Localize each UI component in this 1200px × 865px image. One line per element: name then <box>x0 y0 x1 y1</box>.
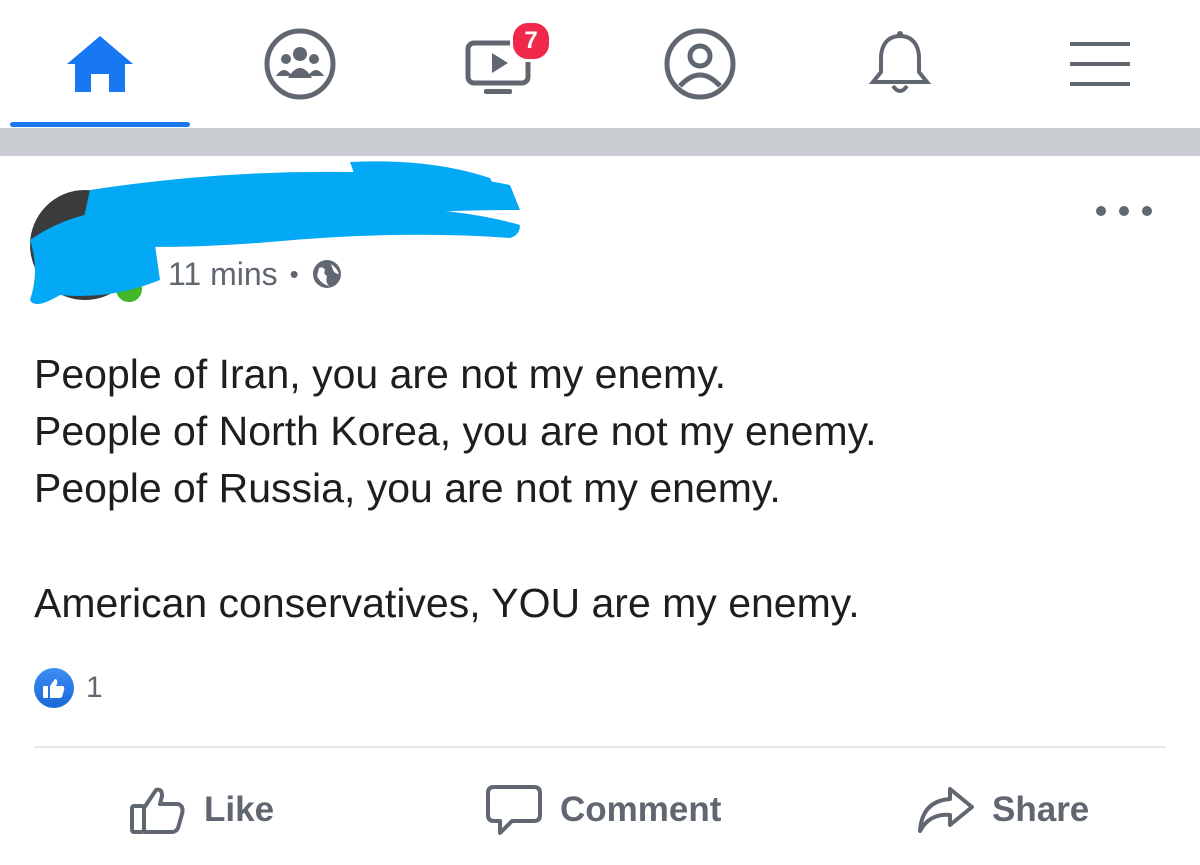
comment-button[interactable]: Comment <box>486 780 721 840</box>
reaction-count: 1 <box>86 671 103 704</box>
more-options-button[interactable] <box>1096 196 1152 226</box>
share-icon <box>918 787 974 833</box>
tab-profile[interactable] <box>600 0 800 128</box>
post-line: People of Iran, you are not my enemy. <box>34 351 727 397</box>
like-reaction-icon <box>34 668 74 708</box>
bell-icon <box>868 31 932 93</box>
thumbs-up-icon <box>130 787 185 834</box>
post-timestamp[interactable]: 11 mins <box>168 256 278 293</box>
comment-label: Comment <box>560 790 722 829</box>
more-dots-icon <box>1096 206 1106 216</box>
tab-watch[interactable]: 7 <box>400 0 600 128</box>
hamburger-menu-icon <box>1070 42 1130 86</box>
redaction-scribble <box>30 161 520 304</box>
action-divider <box>34 746 1166 748</box>
share-button[interactable]: Share <box>916 780 1089 840</box>
top-navigation-bar: 7 <box>0 0 1200 128</box>
notification-badge: 7 <box>510 20 552 62</box>
globe-icon <box>312 260 341 288</box>
tab-menu[interactable] <box>1000 0 1200 128</box>
tab-groups[interactable] <box>200 0 400 128</box>
meta-separator: • <box>289 258 299 289</box>
tab-notifications[interactable] <box>800 0 1000 128</box>
post-text: People of Iran, you are not my enemy. Pe… <box>34 346 1174 632</box>
like-label: Like <box>204 790 275 829</box>
comment-icon <box>486 785 542 835</box>
post-line: People of Russia, you are not my enemy. <box>34 465 781 511</box>
like-button[interactable]: Like <box>128 780 274 840</box>
reaction-summary[interactable]: 1 <box>34 668 103 708</box>
post-line: American conservatives, YOU are my enemy… <box>34 580 860 626</box>
home-icon <box>67 36 133 92</box>
tab-home[interactable] <box>0 0 200 128</box>
profile-icon <box>664 28 736 100</box>
post-meta: 11 mins • <box>168 254 343 294</box>
share-label: Share <box>992 790 1090 829</box>
groups-icon <box>264 28 336 100</box>
post-line: People of North Korea, you are not my en… <box>34 408 877 454</box>
active-tab-indicator <box>10 122 190 127</box>
